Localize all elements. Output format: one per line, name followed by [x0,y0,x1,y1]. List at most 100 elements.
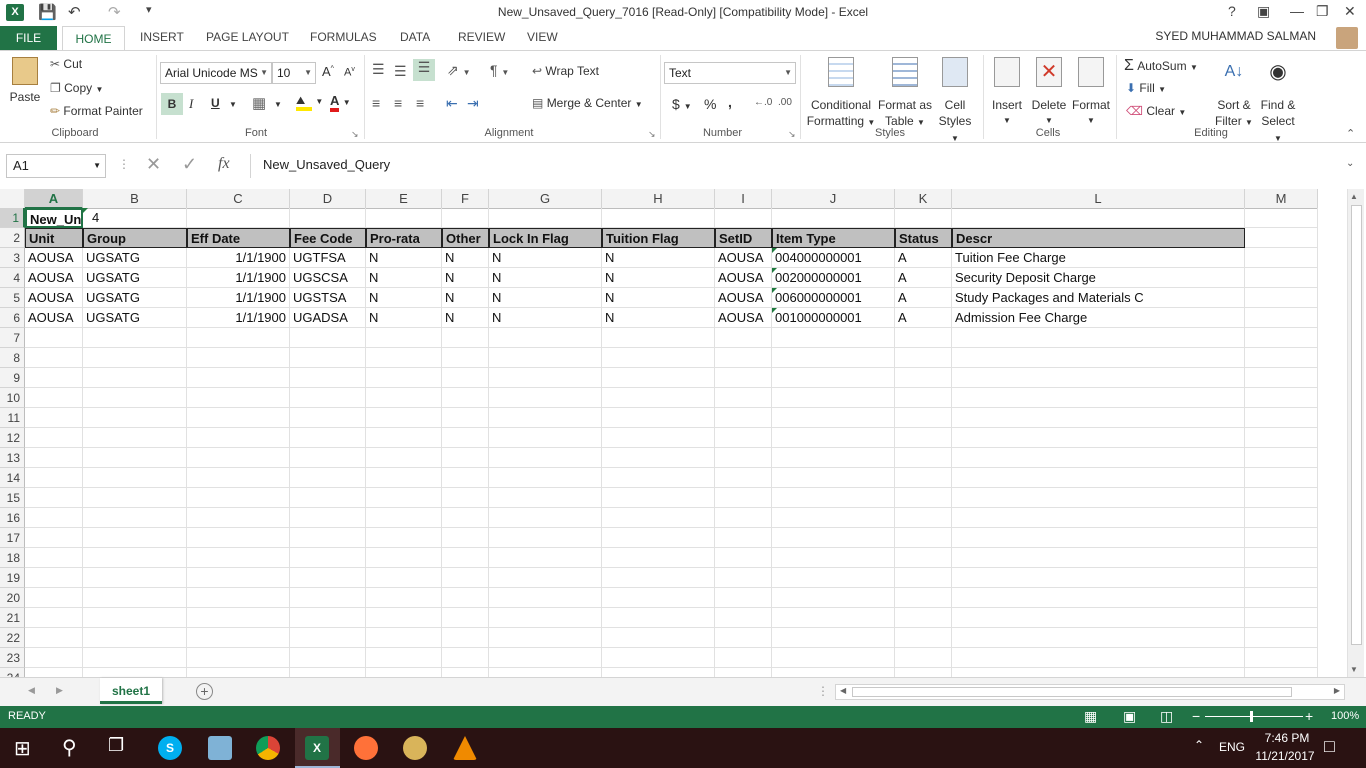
row-header[interactable]: 9 [0,368,25,388]
zoom-slider[interactable] [1205,716,1303,717]
page-layout-view-icon[interactable]: ▣ [1123,708,1136,725]
next-sheet-icon[interactable]: ▶ [56,685,63,696]
tab-view[interactable]: VIEW [527,30,558,44]
format-as-table-button[interactable]: Format as Table ▼ [877,57,933,131]
column-header[interactable]: F [442,189,489,209]
grid-cell[interactable] [602,428,715,448]
vertical-scroll-thumb[interactable] [1351,205,1362,645]
grid-cell[interactable] [442,508,489,528]
grid-cell[interactable] [187,508,290,528]
number-dialog-launcher-icon[interactable]: ↘ [788,129,796,140]
grid-cell[interactable] [25,608,83,628]
grid-cell[interactable] [187,408,290,428]
grid-cell[interactable] [1245,408,1318,428]
ribbon-display-icon[interactable]: ▣ [1257,3,1270,20]
grid-cell[interactable] [895,488,952,508]
grid-cell[interactable] [187,668,290,677]
grid-cell[interactable] [83,408,187,428]
increase-decimal-icon[interactable]: ←.0 [754,97,772,108]
grid-cell[interactable] [366,628,442,648]
fill-color-button[interactable]: ⛰ ▼ [296,93,323,111]
grid-cell[interactable] [772,508,895,528]
grid-cell[interactable] [602,388,715,408]
data-cell[interactable]: 1/1/1900 [187,288,290,308]
grid-cell[interactable] [83,628,187,648]
cell-b1[interactable]: 4 [83,208,187,228]
row-header[interactable]: 5 [0,288,25,308]
header-cell[interactable]: Other [442,228,489,248]
grid-cell[interactable] [1245,508,1318,528]
grid-cell[interactable] [25,348,83,368]
grid-cell[interactable] [290,568,366,588]
grid-cell[interactable] [952,568,1245,588]
header-cell[interactable]: Descr [952,228,1245,248]
paste-button[interactable]: Paste [8,57,42,105]
grid-cell[interactable] [25,368,83,388]
data-cell[interactable]: A [895,248,952,268]
grid-cell[interactable] [1245,208,1318,228]
cancel-icon[interactable]: ✕ [146,154,161,175]
grid-cell[interactable] [187,208,290,228]
grid-cell[interactable] [187,468,290,488]
grid-cell[interactable] [772,628,895,648]
data-cell[interactable]: 006000000001 [772,288,895,308]
grid-cell[interactable] [489,328,602,348]
currency-button[interactable]: $ ▼ [672,96,692,112]
grid-cell[interactable] [25,528,83,548]
number-format-select[interactable]: Text ▼ [664,62,796,84]
data-cell[interactable]: UGSATG [83,308,187,328]
borders-dropdown-icon[interactable]: ▼ [274,100,282,109]
grid-cell[interactable] [952,368,1245,388]
data-cell[interactable]: AOUSA [715,248,772,268]
grid-cell[interactable] [489,608,602,628]
row-header[interactable]: 19 [0,568,25,588]
grid-cell[interactable] [25,488,83,508]
grid-cell[interactable] [83,508,187,528]
row-header[interactable]: 10 [0,388,25,408]
grid-cell[interactable] [602,568,715,588]
grid-cell[interactable] [1245,648,1318,668]
data-cell[interactable]: AOUSA [25,248,83,268]
data-cell[interactable]: AOUSA [25,268,83,288]
data-cell[interactable]: N [602,308,715,328]
grid-cell[interactable] [366,508,442,528]
grid-cell[interactable] [290,628,366,648]
grid-cell[interactable] [442,448,489,468]
grid-cell[interactable] [187,568,290,588]
grid-cell[interactable] [83,348,187,368]
grid-cell[interactable] [1245,488,1318,508]
grid-cell[interactable] [602,608,715,628]
grid-cell[interactable] [1245,608,1318,628]
grid-cell[interactable] [366,468,442,488]
grid-cell[interactable] [602,508,715,528]
grid-cell[interactable] [366,408,442,428]
grid-cell[interactable] [25,668,83,677]
increase-font-icon[interactable]: A^ [322,64,334,79]
row-header[interactable]: 7 [0,328,25,348]
grid-cell[interactable] [187,588,290,608]
data-cell[interactable]: N [489,308,602,328]
italic-button[interactable]: I [189,96,193,112]
grid-cell[interactable] [952,548,1245,568]
grid-cell[interactable] [489,568,602,588]
grid-cell[interactable] [366,608,442,628]
grid-cell[interactable] [952,468,1245,488]
align-bottom-icon[interactable]: ☰ [413,59,435,81]
grid-cell[interactable] [952,648,1245,668]
grid-cell[interactable] [187,368,290,388]
grid-cell[interactable] [83,368,187,388]
grid-cell[interactable] [895,348,952,368]
grid-cell[interactable] [290,348,366,368]
grid-cell[interactable] [602,488,715,508]
grid-cell[interactable] [187,608,290,628]
row-header[interactable]: 1 [0,208,25,228]
grid-cell[interactable] [772,208,895,228]
grid-cell[interactable] [895,388,952,408]
grid-cell[interactable] [366,208,442,228]
grid-cell[interactable] [25,588,83,608]
data-cell[interactable]: N [602,288,715,308]
grid-cell[interactable] [442,568,489,588]
data-cell[interactable]: UGSCSA [290,268,366,288]
grid-cell[interactable] [25,468,83,488]
data-cell[interactable]: N [489,268,602,288]
